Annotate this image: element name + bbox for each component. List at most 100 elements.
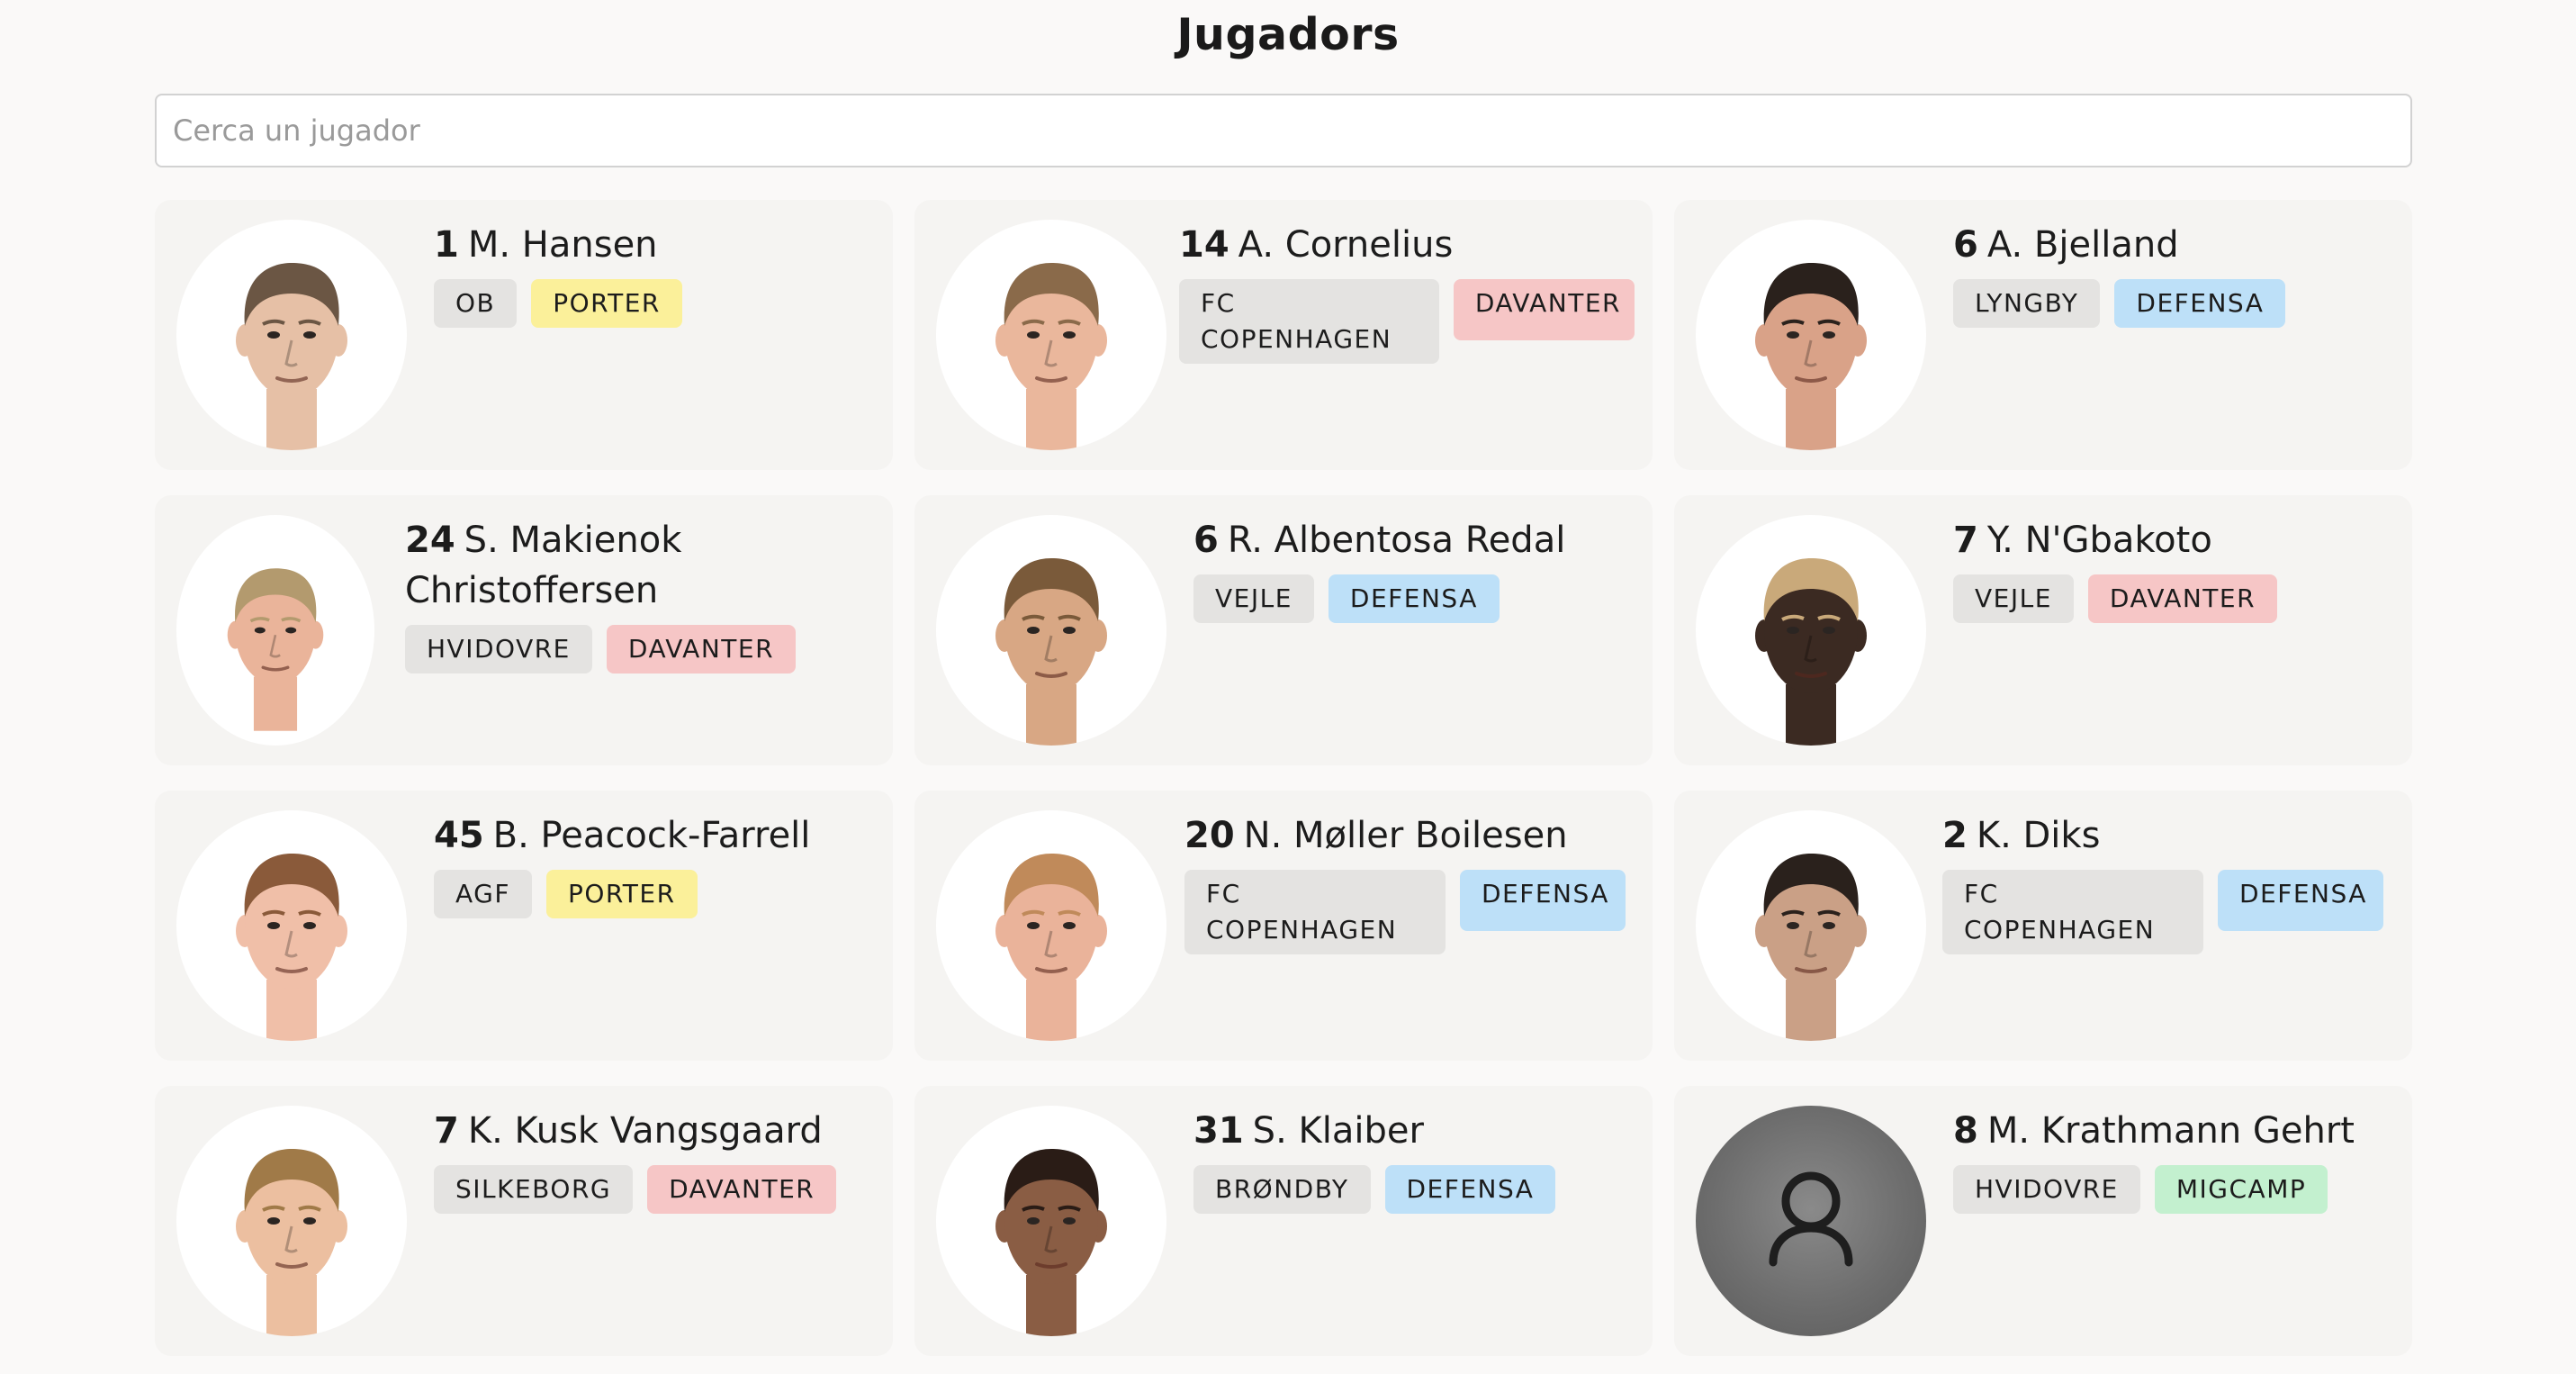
player-info: 31 S. Klaiber BRØNDBY DEFENSA (1193, 1106, 1635, 1214)
player-tags: FC COPENHAGEN DAVANTER (1179, 279, 1635, 364)
player-portrait (236, 854, 347, 1041)
player-info: 8 M. Krathmann Gehrt HVIDOVRE MIGCAMP (1953, 1106, 2394, 1214)
player-name: 14 A. Cornelius (1179, 220, 1635, 270)
player-name: 24 S. Makienok Christoffersen (405, 515, 875, 616)
player-portrait (995, 854, 1107, 1041)
player-portrait (227, 568, 324, 731)
player-info: 2 K. Diks FC COPENHAGEN DEFENSA (1942, 810, 2394, 954)
player-number: 24 (405, 520, 455, 561)
player-name: 20 N. Møller Boilesen (1184, 810, 1635, 861)
player-photo-placeholder (1696, 1106, 1926, 1336)
player-name-text: Y. N'Gbakoto (1986, 520, 2212, 561)
position-badge: DEFENSA (2218, 870, 2383, 931)
player-number: 31 (1193, 1110, 1244, 1152)
position-badge: PORTER (545, 870, 698, 918)
position-badge: DAVANTER (1453, 279, 1635, 340)
player-name-text: M. Hansen (467, 224, 658, 266)
player-card[interactable]: 2 K. Diks FC COPENHAGEN DEFENSA (1674, 791, 2412, 1061)
player-tags: LYNGBY DEFENSA (1953, 279, 2394, 328)
player-photo (176, 515, 374, 746)
player-card[interactable]: 20 N. Møller Boilesen FC COPENHAGEN DEFEN… (914, 791, 1653, 1061)
position-badge: MIGCAMP (2154, 1165, 2328, 1214)
player-info: 45 B. Peacock-Farrell AGF PORTER (434, 810, 875, 918)
player-name: 8 M. Krathmann Gehrt (1953, 1106, 2394, 1156)
player-number: 45 (434, 815, 484, 856)
player-tags: HVIDOVRE MIGCAMP (1953, 1165, 2394, 1214)
position-badge: PORTER (531, 279, 682, 328)
player-name-text: S. Klaiber (1252, 1110, 1424, 1152)
player-portrait (995, 558, 1107, 746)
player-photo (176, 1106, 407, 1336)
player-name-text: A. Bjelland (1986, 224, 2179, 266)
position-badge: DEFENSA (1460, 870, 1626, 931)
player-photo (1696, 810, 1926, 1041)
player-name: 2 K. Diks (1942, 810, 2394, 861)
player-tags: OB PORTER (434, 279, 875, 328)
player-portrait (236, 263, 347, 450)
team-badge: OB (434, 279, 518, 328)
team-badge: HVIDOVRE (405, 625, 592, 673)
position-badge: DEFENSA (2114, 279, 2286, 328)
team-badge: LYNGBY (1953, 279, 2101, 328)
player-tags: FC COPENHAGEN DEFENSA (1184, 870, 1635, 954)
player-name-text: N. Møller Boilesen (1243, 815, 1568, 856)
team-badge: SILKEBORG (434, 1165, 634, 1214)
player-card[interactable]: 8 M. Krathmann Gehrt HVIDOVRE MIGCAMP (1674, 1086, 2412, 1356)
player-name-text: A. Cornelius (1238, 224, 1454, 266)
player-name: 45 B. Peacock-Farrell (434, 810, 875, 861)
player-name: 7 K. Kusk Vangsgaard (434, 1106, 875, 1156)
player-name: 31 S. Klaiber (1193, 1106, 1635, 1156)
team-badge: AGF (434, 870, 532, 918)
player-photo (936, 1106, 1166, 1336)
player-number: 1 (434, 224, 459, 266)
player-number: 20 (1184, 815, 1235, 856)
player-portrait (1755, 854, 1867, 1041)
player-info: 1 M. Hansen OB PORTER (434, 220, 875, 328)
player-tags: HVIDOVRE DAVANTER (405, 625, 875, 673)
player-photo (936, 515, 1166, 746)
player-number: 8 (1953, 1110, 1978, 1152)
player-card[interactable]: 7 K. Kusk Vangsgaard SILKEBORG DAVANTER (155, 1086, 893, 1356)
team-badge: FC COPENHAGEN (1179, 279, 1439, 364)
player-name-text: K. Diks (1976, 815, 2101, 856)
player-card[interactable]: 14 A. Cornelius FC COPENHAGEN DAVANTER (914, 200, 1653, 470)
player-name: 7 Y. N'Gbakoto (1953, 515, 2394, 565)
page-title: Jugadors (1176, 9, 1400, 60)
team-badge: BRØNDBY (1193, 1165, 1371, 1214)
player-portrait (995, 1149, 1107, 1336)
player-card[interactable]: 1 M. Hansen OB PORTER (155, 200, 893, 470)
player-number: 7 (434, 1110, 459, 1152)
team-badge: FC COPENHAGEN (1942, 870, 2203, 954)
player-number: 6 (1953, 224, 1978, 266)
player-card[interactable]: 6 A. Bjelland LYNGBY DEFENSA (1674, 200, 2412, 470)
player-tags: VEJLE DEFENSA (1193, 574, 1635, 623)
player-photo (1696, 220, 1926, 450)
player-card[interactable]: 24 S. Makienok Christoffersen HVIDOVRE DA… (155, 495, 893, 765)
player-photo (176, 810, 407, 1041)
player-name-text: B. Peacock-Farrell (492, 815, 811, 856)
player-info: 6 A. Bjelland LYNGBY DEFENSA (1953, 220, 2394, 328)
player-card[interactable]: 6 R. Albentosa Redal VEJLE DEFENSA (914, 495, 1653, 765)
search-input[interactable] (155, 94, 2412, 167)
player-name-text: M. Krathmann Gehrt (1986, 1110, 2355, 1152)
player-photo (176, 220, 407, 450)
player-card[interactable]: 31 S. Klaiber BRØNDBY DEFENSA (914, 1086, 1653, 1356)
player-name: 6 A. Bjelland (1953, 220, 2394, 270)
player-info: 24 S. Makienok Christoffersen HVIDOVRE DA… (405, 515, 875, 673)
player-info: 20 N. Møller Boilesen FC COPENHAGEN DEFEN… (1184, 810, 1635, 954)
player-photo (936, 220, 1166, 450)
player-card[interactable]: 45 B. Peacock-Farrell AGF PORTER (155, 791, 893, 1061)
team-badge: VEJLE (1953, 574, 2074, 623)
player-portrait (1755, 558, 1867, 746)
player-name-text: R. Albentosa Redal (1227, 520, 1566, 561)
player-card[interactable]: 7 Y. N'Gbakoto VEJLE DAVANTER (1674, 495, 2412, 765)
player-tags: BRØNDBY DEFENSA (1193, 1165, 1635, 1214)
position-badge: DAVANTER (647, 1165, 837, 1214)
player-portrait (995, 263, 1107, 450)
position-badge: DAVANTER (2087, 574, 2278, 623)
player-photo (1696, 515, 1926, 746)
player-photo (936, 810, 1166, 1041)
player-number: 6 (1193, 520, 1219, 561)
team-badge: FC COPENHAGEN (1184, 870, 1446, 954)
player-tags: FC COPENHAGEN DEFENSA (1942, 870, 2394, 954)
